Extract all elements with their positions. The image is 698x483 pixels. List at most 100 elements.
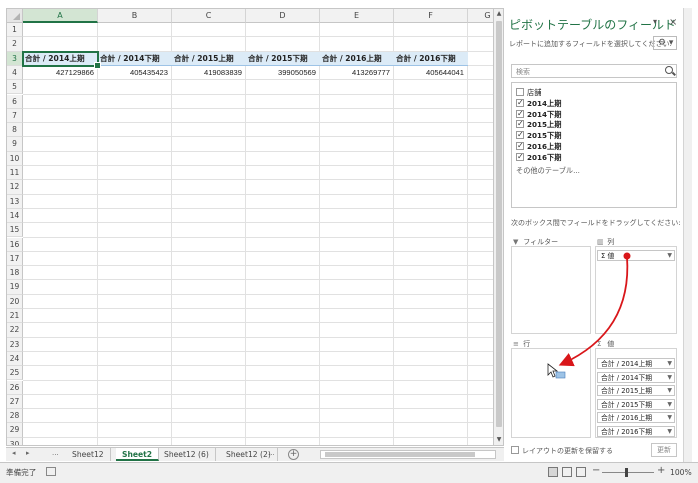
pivot-value-cell[interactable]: 405435423 (98, 66, 172, 80)
row-header[interactable]: 23 (7, 337, 23, 352)
values-drop-area[interactable]: 合計 / 2014上期 ▼ 合計 / 2014下期 ▼ 合計 / 2015上期 ▼ 合計 /… (595, 348, 677, 438)
column-header[interactable]: F (394, 9, 468, 23)
chevron-down-icon[interactable]: ▼ (667, 373, 672, 382)
chevron-down-icon[interactable]: ▼ (667, 359, 672, 368)
pivot-column-header[interactable]: 合計 / 2015上期 (172, 51, 246, 66)
columns-drop-area[interactable]: Σ 値 ▼ (595, 246, 677, 334)
row-header[interactable]: 30 (7, 437, 23, 445)
chevron-down-icon[interactable]: ▼ (667, 400, 672, 409)
field-item[interactable]: 2016下期 (516, 151, 561, 163)
pivot-column-header[interactable]: 合計 / 2016上期 (320, 51, 394, 66)
tab-overflow-left[interactable]: ... (52, 449, 59, 457)
checkbox-icon[interactable] (511, 446, 519, 454)
gear-icon[interactable]: ⚙ ▾ (653, 36, 677, 50)
close-icon[interactable]: × (669, 17, 677, 28)
row-header[interactable]: 12 (7, 180, 23, 195)
pivot-value-cell[interactable]: 405644041 (394, 66, 468, 80)
defer-update-checkbox[interactable]: レイアウトの更新を保留する (511, 446, 613, 456)
pivot-column-header[interactable]: 合計 / 2014下期 (98, 51, 172, 66)
pane-scrollbar[interactable] (683, 8, 692, 462)
row-header[interactable]: 20 (7, 294, 23, 309)
normal-view-icon[interactable] (548, 467, 558, 477)
page-break-view-icon[interactable] (576, 467, 586, 477)
pivot-column-header[interactable]: 合計 / 2015下期 (246, 51, 320, 66)
pivot-column-header[interactable]: 合計 / 2016下期 (394, 51, 468, 66)
scroll-down-icon[interactable]: ▼ (495, 436, 503, 444)
checkbox-icon[interactable] (516, 88, 524, 96)
zoom-level[interactable]: 100% (670, 468, 692, 477)
column-header[interactable]: D (246, 9, 320, 23)
row-header[interactable]: 1 (7, 23, 23, 38)
column-header[interactable]: G (468, 9, 493, 23)
pivot-value-cell[interactable]: 399050569 (246, 66, 320, 80)
pivot-value-cell[interactable]: 427129866 (23, 66, 98, 80)
pivot-value-cell[interactable]: 419083839 (172, 66, 246, 80)
checkbox-icon[interactable] (516, 97, 524, 108)
pivot-value-cell[interactable]: 413269777 (320, 66, 394, 80)
checkbox-icon[interactable] (516, 108, 524, 119)
checkbox-icon[interactable] (516, 129, 524, 140)
row-header[interactable]: 5 (7, 80, 23, 95)
zoom-slider-knob[interactable] (625, 468, 628, 477)
values-field-chip[interactable]: 合計 / 2016上期 ▼ (597, 412, 675, 423)
row-header[interactable]: 16 (7, 237, 23, 252)
column-header[interactable]: E (320, 9, 394, 23)
row-header[interactable]: 29 (7, 423, 23, 438)
vertical-scrollbar[interactable]: ▲ ▼ (494, 8, 504, 446)
field-search-input[interactable]: 検索 (511, 64, 677, 78)
row-header[interactable]: 19 (7, 280, 23, 295)
tab-next-icon[interactable]: ▸ (26, 449, 30, 457)
row-header[interactable]: 24 (7, 351, 23, 367)
page-layout-view-icon[interactable] (562, 467, 572, 477)
checkbox-icon[interactable] (516, 118, 524, 129)
values-field-chip[interactable]: 合計 / 2015上期 ▼ (597, 385, 675, 396)
add-sheet-button[interactable]: + (288, 449, 299, 460)
row-header[interactable]: 25 (7, 366, 23, 381)
columns-values-chip[interactable]: Σ 値 ▼ (597, 250, 675, 261)
row-header[interactable]: 3 (7, 51, 23, 66)
select-all-corner[interactable] (7, 9, 23, 23)
chevron-down-icon[interactable]: ▼ (667, 427, 672, 436)
update-button[interactable]: 更新 (651, 443, 677, 457)
row-header[interactable]: 4 (7, 65, 23, 81)
row-header[interactable]: 6 (7, 94, 23, 109)
more-tables-link[interactable]: その他のテーブル... (516, 165, 580, 176)
row-header[interactable]: 9 (7, 137, 23, 152)
row-header[interactable]: 21 (7, 309, 23, 324)
checkbox-icon[interactable] (516, 151, 524, 162)
values-field-chip[interactable]: 合計 / 2014下期 ▼ (597, 371, 675, 383)
row-header[interactable]: 7 (7, 108, 23, 124)
row-header[interactable]: 8 (7, 123, 23, 138)
column-header[interactable]: B (98, 9, 172, 23)
tab-prev-icon[interactable]: ◂ (12, 449, 16, 457)
tab-overflow-right[interactable]: ... (268, 449, 275, 457)
row-header[interactable]: 15 (7, 223, 23, 238)
values-field-chip[interactable]: 合計 / 2014上期 ▼ (597, 358, 675, 369)
row-header[interactable]: 14 (7, 208, 23, 224)
zoom-slider[interactable] (602, 472, 654, 473)
values-field-chip[interactable]: 合計 / 2016下期 ▼ (597, 425, 675, 437)
column-header[interactable]: A (23, 9, 98, 23)
row-header[interactable]: 27 (7, 394, 23, 410)
horizontal-scroll-thumb[interactable] (325, 452, 475, 457)
pane-options-icon[interactable]: ▾ (653, 17, 657, 26)
sheet-tab[interactable]: Sheet12 (6) (158, 448, 216, 461)
row-header[interactable]: 17 (7, 251, 23, 267)
values-field-chip[interactable]: 合計 / 2015下期 ▼ (597, 398, 675, 410)
filter-drop-area[interactable] (511, 246, 591, 334)
scroll-up-icon[interactable]: ▲ (495, 10, 503, 18)
macro-record-icon[interactable] (46, 467, 56, 476)
row-header[interactable]: 10 (7, 151, 23, 166)
row-header[interactable]: 13 (7, 194, 23, 209)
sheet-tab[interactable]: Sheet2 (116, 448, 160, 461)
rows-drop-area[interactable] (511, 348, 591, 438)
row-header[interactable]: 22 (7, 323, 23, 338)
row-header[interactable]: 2 (7, 37, 23, 52)
zoom-in-button[interactable]: + (657, 465, 665, 476)
row-header[interactable]: 11 (7, 166, 23, 181)
worksheet-grid[interactable]: ABCDEFG 1 2 3 4 5 6 7 8 9 10 11 12 13 14 15 16 17 18 19 20 2… (6, 8, 494, 446)
zoom-out-button[interactable]: − (592, 465, 600, 476)
row-header[interactable]: 28 (7, 409, 23, 424)
sheet-tab[interactable]: Sheet12 (66, 448, 111, 461)
horizontal-scrollbar[interactable] (320, 450, 496, 459)
